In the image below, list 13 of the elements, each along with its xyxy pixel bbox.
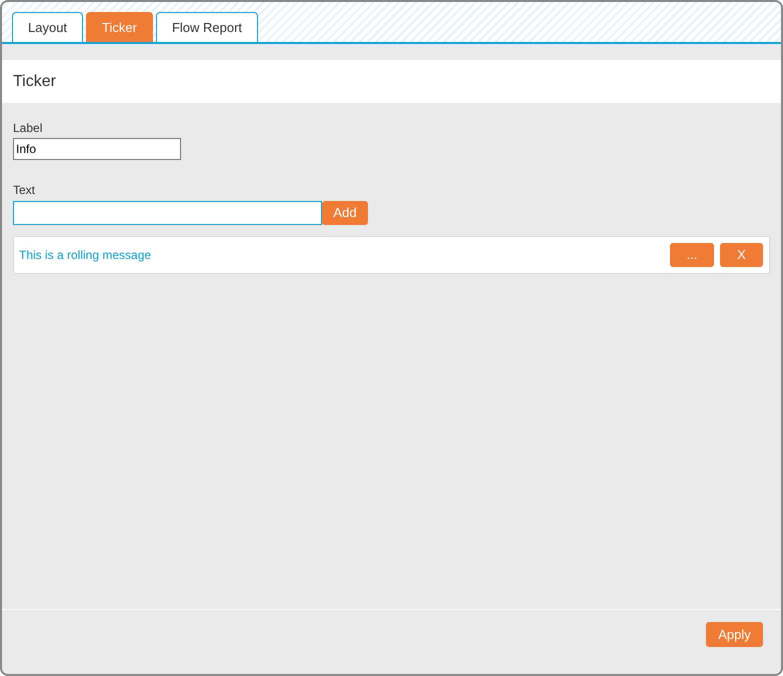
- add-button[interactable]: Add: [322, 200, 368, 224]
- field-label: Label: [13, 121, 44, 135]
- edit-button[interactable]: ...: [670, 242, 714, 266]
- label-input[interactable]: Info: [13, 138, 181, 160]
- apply-button[interactable]: Apply: [706, 622, 763, 647]
- delete-button[interactable]: X: [720, 242, 763, 266]
- text-input[interactable]: [13, 200, 322, 224]
- panel-title: Ticker: [13, 72, 56, 92]
- message-text: This is a rolling message: [19, 246, 152, 264]
- tab[interactable]: Ticker: [86, 12, 153, 42]
- tab[interactable]: Flow Report: [156, 12, 258, 42]
- tab[interactable]: Layout: [12, 12, 84, 42]
- field-label: Text: [13, 183, 36, 198]
